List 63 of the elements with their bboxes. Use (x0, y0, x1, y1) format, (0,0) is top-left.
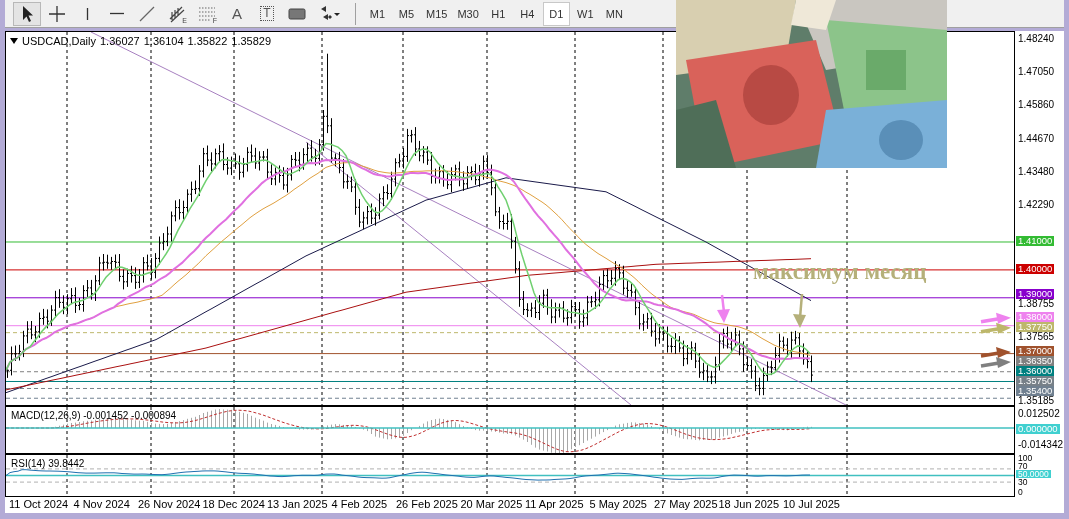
price-badge: 1.39000 (1016, 288, 1055, 299)
midline-badge: 50.0000 (1016, 470, 1051, 479)
timeframe-button[interactable]: MN (600, 1, 628, 26)
cursor-button[interactable] (13, 1, 41, 26)
price-label: 1.43480 (1018, 166, 1055, 177)
price-label: 1.44670 (1018, 133, 1055, 144)
price-badge: 1.36000 (1016, 366, 1055, 376)
price-label: 1.42290 (1018, 200, 1055, 210)
date-label: 5 May 2025 (589, 497, 648, 512)
date-label: 4 Feb 2025 (331, 497, 389, 512)
quote-value: 1.36104 (143, 35, 184, 47)
indicator-label: RSI(14) 39.8442 (11, 458, 85, 469)
arrow-marker (793, 293, 806, 328)
indicator-axis-label: 0.012502 (1018, 409, 1060, 419)
timeframe-button[interactable]: H4 (513, 1, 541, 26)
date-label: 27 May 2025 (654, 497, 719, 512)
date-label: 26 Feb 2025 (396, 497, 459, 512)
text-tool-button[interactable]: A (223, 1, 251, 26)
indicator-axis-label: -0.014342 (1018, 440, 1064, 450)
timeframe-button[interactable]: M5 (393, 1, 420, 26)
price-label: 1.35185 (1018, 396, 1055, 406)
price-label: 1.48240 (1018, 34, 1055, 44)
price-badge: 1.35750 (1016, 376, 1055, 386)
text-label-button[interactable]: T (253, 1, 281, 26)
quote-value: 1.36027 (99, 35, 140, 47)
date-label: 13 Jan 2025 (267, 497, 329, 512)
symbol-label: USDCAD,Daily (22, 35, 96, 47)
price-badge: 1.40000 (1016, 263, 1055, 274)
timeframe-button[interactable]: W1 (571, 1, 599, 26)
date-label: 10 Jul 2025 (783, 497, 841, 512)
indicator-label: MACD(12,26,9) -0.001452 -0.000894 (11, 410, 177, 421)
price-label: 1.47050 (1018, 67, 1055, 78)
zero-badge: 0.000000 (1016, 424, 1060, 434)
horizontal-line-icon (110, 12, 124, 15)
indicator-axis-label: 0 (1018, 488, 1023, 496)
date-label: 11 Oct 2024 (9, 497, 70, 512)
price-badge: 1.35400 (1016, 386, 1055, 396)
timeframe-button[interactable]: M15 (422, 1, 452, 26)
indicator-axis-label: 70 (1018, 462, 1028, 471)
date-label: 18 Dec 2024 (202, 497, 266, 512)
date-label: 4 Nov 2024 (73, 497, 131, 512)
quote-value: 1.35822 (187, 35, 228, 47)
vertical-line-icon (85, 7, 89, 20)
price-badge: 1.37000 (1016, 346, 1055, 356)
dropdown-triangle-icon (10, 38, 18, 44)
date-label: 26 Nov 2024 (138, 497, 202, 512)
date-label: 18 Jun 2025 (718, 497, 781, 512)
price-label: 1.37565 (1018, 331, 1055, 342)
timeframe-button[interactable]: H1 (484, 1, 512, 26)
date-label: 20 Mar 2025 (460, 497, 524, 512)
timeframe-button[interactable]: M30 (453, 1, 483, 26)
timeframe-button[interactable]: M1 (364, 1, 391, 26)
price-label: 1.45860 (1018, 100, 1055, 111)
indicator-axis-label: 100 (1018, 454, 1033, 463)
quote-value: 1.35829 (231, 35, 272, 47)
price-badge: 1.41000 (1016, 236, 1055, 246)
price-label: 1.38755 (1018, 298, 1055, 309)
arrow-marker (717, 294, 730, 323)
date-label: 11 Apr 2025 (525, 497, 585, 512)
indicator-axis-label: 30 (1018, 478, 1028, 487)
price-badge: 1.36350 (1016, 356, 1055, 366)
price-badge: 1.38000 (1016, 311, 1055, 322)
timeframe-button[interactable]: D1 (542, 1, 570, 26)
